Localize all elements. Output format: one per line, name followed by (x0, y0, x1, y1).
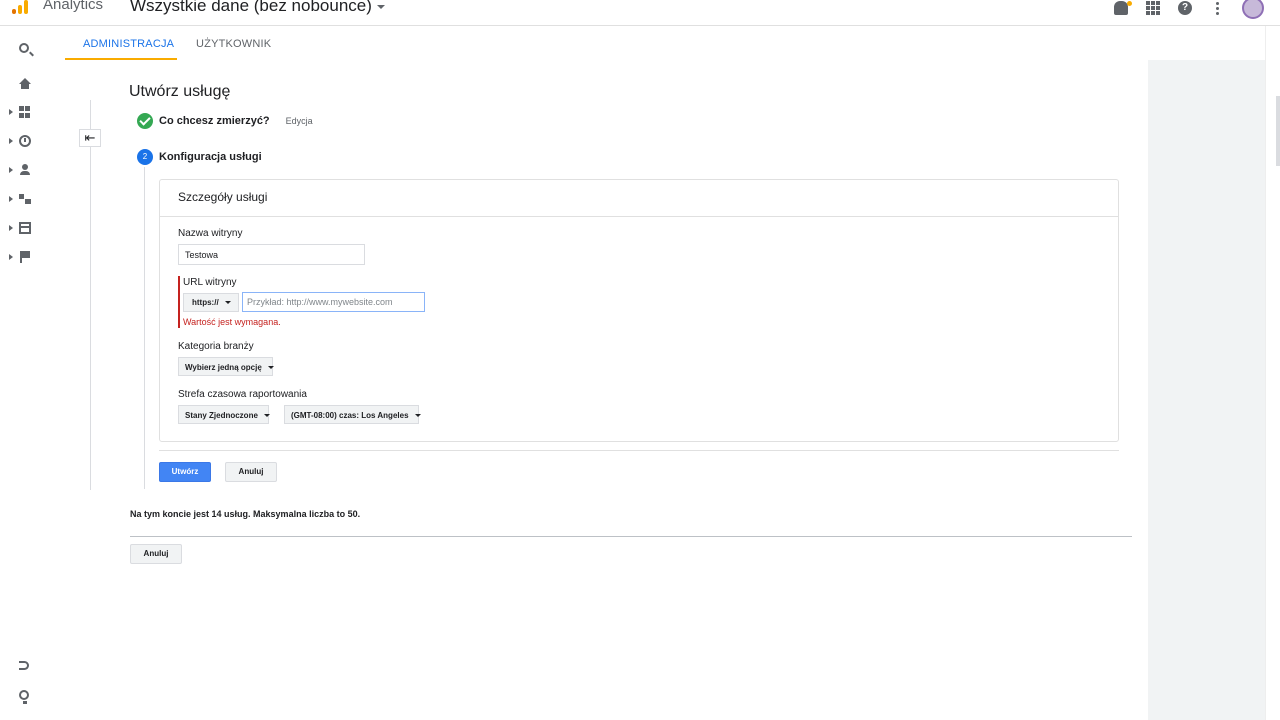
country-dropdown[interactable]: Stany Zjednoczone (178, 405, 270, 424)
step-2: 2 Konfiguracja usługi (137, 149, 262, 165)
sidebar-discover[interactable] (0, 686, 65, 708)
scrollbar-thumb[interactable] (1276, 96, 1280, 166)
tab-administracja[interactable]: ADMINISTRACJA (83, 38, 174, 50)
url-error-message: Wartość jest wymagana. (183, 317, 281, 327)
sidebar-conversions[interactable] (0, 247, 65, 269)
sidebar-customization[interactable] (0, 102, 65, 124)
cancel-button[interactable]: Anuluj (225, 462, 277, 482)
flag-icon (19, 251, 31, 263)
protocol-dropdown[interactable]: https:// (183, 293, 239, 312)
sidebar-attribution[interactable] (0, 657, 65, 679)
step-1-label: Co chcesz zmierzyć? (159, 115, 270, 127)
step-1: Co chcesz zmierzyć? Edycja (137, 113, 313, 129)
actions-divider (159, 450, 1119, 451)
step-connector-line (144, 167, 145, 489)
site-url-input[interactable] (242, 292, 425, 312)
expand-arrow-icon (9, 196, 13, 202)
app-name: Analytics (43, 0, 104, 13)
url-error-indicator (178, 276, 180, 328)
page-title: Utwórz usługę (129, 83, 231, 100)
sidebar-search[interactable] (0, 39, 65, 61)
panel-vertical-line (90, 100, 91, 490)
sidebar-realtime[interactable] (0, 131, 65, 153)
back-button[interactable]: ⇤ (79, 129, 101, 147)
industry-category-dropdown[interactable]: Wybierz jedną opcję (178, 357, 274, 376)
account-selector[interactable]: Wszystkie dane (bez nobounce) (130, 0, 385, 16)
step-1-edit-link[interactable]: Edycja (286, 116, 313, 126)
lightbulb-icon (19, 690, 29, 704)
caret-down-icon (224, 301, 231, 305)
site-url-label: URL witryny (183, 277, 237, 288)
notifications-bell-icon[interactable] (1114, 1, 1132, 15)
step-2-label: Konfiguracja usługi (159, 151, 262, 163)
protocol-value: https:// (192, 298, 219, 307)
property-details-box: Szczegóły usługi Nazwa witryny URL witry… (159, 179, 1119, 442)
industry-category-label: Kategoria branży (178, 341, 254, 352)
site-name-label: Nazwa witryny (178, 228, 243, 239)
caret-down-icon (414, 414, 421, 418)
help-icon[interactable]: ? (1178, 1, 1192, 15)
caret-down-icon (376, 4, 385, 9)
avatar[interactable] (1242, 0, 1264, 19)
sidebar-home[interactable] (0, 73, 65, 95)
top-bar: Analytics Wszystkie dane (bez nobounce) … (0, 0, 1280, 26)
timezone-value: (GMT-08:00) czas: Los Angeles (291, 411, 409, 420)
site-name-input[interactable] (178, 244, 365, 265)
sidebar-behavior[interactable] (0, 218, 65, 240)
footer-cancel-button[interactable]: Anuluj (130, 544, 182, 564)
caret-down-icon (263, 414, 270, 418)
create-button[interactable]: Utwórz (159, 462, 211, 482)
acquisition-icon (19, 193, 31, 205)
analytics-logo-icon[interactable] (10, 0, 32, 14)
expand-arrow-icon (9, 254, 13, 260)
top-icons: ? (1114, 0, 1264, 19)
admin-tabs: ADMINISTRACJA UŻYTKOWNIK (65, 26, 1265, 60)
expand-arrow-icon (9, 225, 13, 231)
timezone-label: Strefa czasowa raportowania (178, 389, 307, 400)
country-value: Stany Zjednoczone (185, 411, 258, 420)
industry-category-value: Wybierz jedną opcję (185, 363, 262, 372)
expand-arrow-icon (9, 109, 13, 115)
step-2-number: 2 (137, 149, 153, 165)
property-quota-text: Na tym koncie jest 14 usług. Maksymalna … (130, 509, 361, 519)
footer-divider (130, 536, 1132, 537)
attribution-icon (19, 661, 29, 670)
page-scrollbar[interactable] (1265, 26, 1280, 720)
account-selector-label: Wszystkie dane (bez nobounce) (130, 0, 372, 15)
home-icon (19, 78, 31, 89)
expand-arrow-icon (9, 167, 13, 173)
person-icon (19, 164, 31, 176)
tab-uzytkownik[interactable]: UŻYTKOWNIK (196, 38, 271, 50)
timezone-dropdown[interactable]: (GMT-08:00) czas: Los Angeles (284, 405, 421, 424)
more-vertical-icon[interactable] (1210, 1, 1224, 15)
clock-icon (19, 135, 31, 147)
create-property-panel: ⇤ Utwórz usługę Co chcesz zmierzyć? Edyc… (65, 60, 1148, 720)
sidebar-acquisition[interactable] (0, 189, 65, 211)
behavior-icon (19, 222, 31, 234)
details-heading: Szczegóły usługi (160, 180, 1118, 217)
sidebar-audience[interactable] (0, 160, 65, 182)
back-arrow-icon: ⇤ (84, 130, 96, 145)
expand-arrow-icon (9, 138, 13, 144)
admin-main: ADMINISTRACJA UŻYTKOWNIK ⇤ Utwórz usługę… (65, 26, 1265, 720)
check-circle-icon (137, 113, 153, 129)
caret-down-icon (267, 366, 274, 370)
left-sidebar (0, 26, 65, 720)
search-icon (19, 43, 29, 53)
apps-grid-icon[interactable] (1146, 1, 1160, 15)
dashboard-icon (19, 106, 31, 118)
